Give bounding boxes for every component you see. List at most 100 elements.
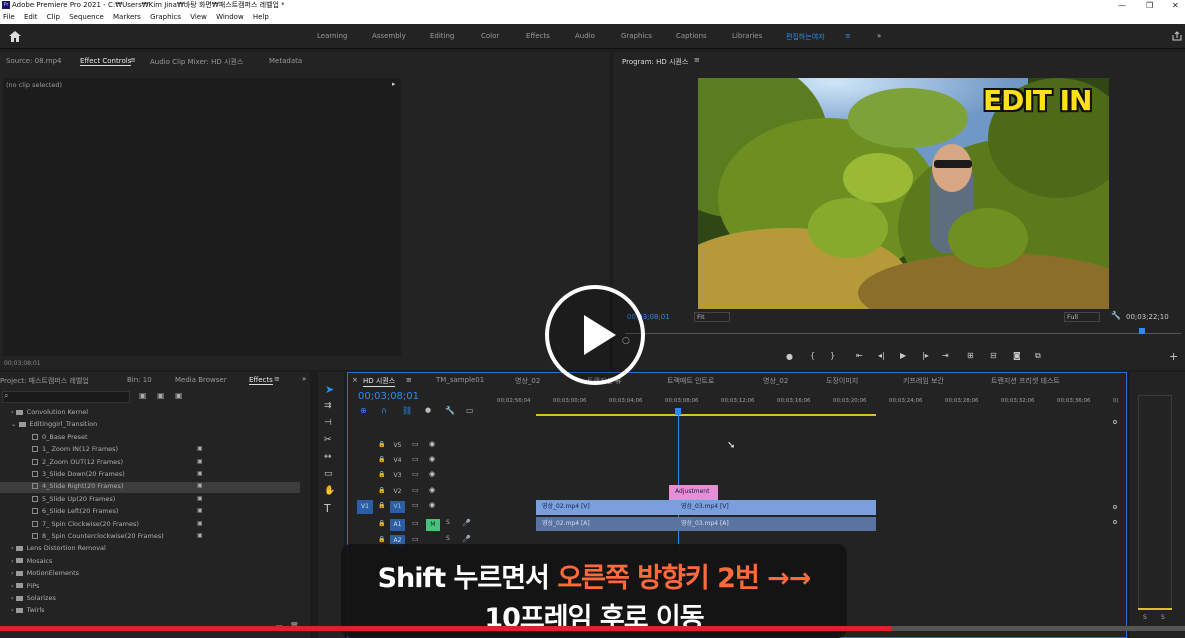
- source-patch-v1[interactable]: V1: [357, 500, 373, 514]
- sequence-tab-9[interactable]: 트랜지션 프리셋 테스트: [991, 376, 1060, 386]
- menu-file[interactable]: File: [3, 13, 15, 21]
- workspace-graphics[interactable]: Graphics: [621, 32, 652, 40]
- sync-icon[interactable]: ▭: [412, 470, 419, 478]
- play-icon[interactable]: ▶: [900, 351, 906, 360]
- program-playhead[interactable]: [1139, 328, 1145, 334]
- linked-selection-icon[interactable]: ⛓: [402, 406, 412, 415]
- video-play-button[interactable]: [545, 285, 645, 385]
- mark-out-icon[interactable]: }: [830, 351, 835, 360]
- video-track-header[interactable]: 🔒 V5 ▭ ◉: [352, 439, 494, 454]
- mute-button[interactable]: M: [426, 519, 440, 531]
- menu-edit[interactable]: Edit: [24, 13, 38, 21]
- workspace-libraries[interactable]: Libraries: [732, 32, 762, 40]
- effects-menu-icon[interactable]: ≡: [274, 375, 280, 383]
- track-label[interactable]: V3: [390, 470, 405, 482]
- sync-icon[interactable]: ▭: [412, 519, 419, 527]
- add-button-icon[interactable]: +: [1169, 350, 1178, 363]
- captions-icon[interactable]: ▭: [466, 406, 474, 415]
- effect-preset[interactable]: 1_ Zoom IN(12 Frames) ▣: [0, 445, 300, 456]
- lock-icon[interactable]: 🔒: [378, 520, 385, 527]
- chevron-down-icon[interactable]: ⌄: [11, 420, 19, 428]
- menu-view[interactable]: View: [190, 13, 207, 21]
- go-to-in-icon[interactable]: ⇤: [856, 351, 863, 360]
- effect-preset[interactable]: 4_Slide Right(20 Frames) ▣: [0, 482, 300, 494]
- menu-window[interactable]: Window: [216, 13, 244, 21]
- sync-icon[interactable]: ▭: [412, 440, 419, 448]
- share-icon[interactable]: [1172, 31, 1182, 41]
- program-title[interactable]: Program: HD 시퀀스: [622, 57, 688, 67]
- play-triangle-icon[interactable]: ▸: [392, 80, 396, 88]
- video-track-header[interactable]: 🔒 V3 ▭ ◉: [352, 469, 494, 484]
- video-track-header[interactable]: 🔒 V2 ▭ ◉: [352, 485, 494, 500]
- lock-icon[interactable]: 🔒: [378, 487, 385, 494]
- effect-preset[interactable]: 5_Slide Up(20 Frames) ▣: [0, 495, 300, 506]
- workspace-color[interactable]: Color: [481, 32, 499, 40]
- insert-icon[interactable]: ⊞: [967, 351, 974, 360]
- effect-preset[interactable]: 2_Zoom OUT(12 Frames) ▣: [0, 458, 300, 469]
- sync-icon[interactable]: ▭: [412, 501, 419, 509]
- workspace-effects[interactable]: Effects: [526, 32, 550, 40]
- overwrite-icon[interactable]: ⊟: [990, 351, 997, 360]
- type-tool-icon[interactable]: T: [324, 502, 331, 515]
- microphone-icon[interactable]: 🎤: [462, 519, 471, 527]
- adjustment-clip[interactable]: Adjustment: [669, 485, 718, 500]
- sequence-tab-5[interactable]: 트랙매트 인트로: [667, 376, 714, 386]
- effect-preset[interactable]: 8_ Spin Counterclockwise(20 Frames) ▣: [0, 532, 300, 543]
- close-tab-icon[interactable]: ×: [352, 376, 358, 384]
- tab-effect-controls[interactable]: Effect Controls: [80, 57, 132, 66]
- effects-folder[interactable]: › Convolution Kernel: [0, 408, 300, 419]
- minimize-icon[interactable]: —: [1118, 0, 1126, 11]
- effects-folder[interactable]: › PiPs: [0, 582, 300, 593]
- sequence-tab-active[interactable]: HD 시퀀스: [363, 376, 396, 387]
- home-icon[interactable]: [9, 31, 21, 42]
- effects-folder[interactable]: › Mosaics: [0, 557, 300, 568]
- sequence-tab-6[interactable]: 영상_02: [763, 376, 788, 386]
- workspace-assembly[interactable]: Assembly: [372, 32, 406, 40]
- step-forward-icon[interactable]: |▸: [922, 351, 929, 360]
- effect-preset[interactable]: 7_ Spin Clockwise(20 Frames) ▣: [0, 520, 300, 531]
- tab-project[interactable]: Project: 패스트캠퍼스 레벨업: [0, 376, 89, 386]
- panel-menu-icon[interactable]: ≡: [130, 56, 136, 64]
- tab-metadata[interactable]: Metadata: [269, 57, 302, 65]
- clip-a1-a[interactable]: 영상_02.mp4 [A]: [536, 517, 675, 531]
- workspace-learning[interactable]: Learning: [317, 32, 347, 40]
- eye-icon[interactable]: ◉: [429, 470, 435, 478]
- fit-dropdown[interactable]: Fit: [694, 312, 730, 322]
- work-area-bar[interactable]: [536, 414, 876, 416]
- sequence-tab-7[interactable]: 도장이미지: [826, 376, 858, 386]
- add-marker-icon[interactable]: ●: [786, 352, 793, 361]
- selection-tool-icon[interactable]: ➤: [325, 383, 334, 396]
- track-label[interactable]: V4: [390, 455, 405, 467]
- video-track-header[interactable]: 🔒 V4 ▭ ◉: [352, 454, 494, 469]
- slip-tool-icon[interactable]: ↔: [324, 452, 332, 462]
- mark-in-icon[interactable]: {: [810, 351, 815, 360]
- track-label[interactable]: V5: [390, 440, 405, 452]
- restore-icon[interactable]: ❐: [1146, 0, 1153, 11]
- sequence-tab-2[interactable]: TM_sample01: [436, 376, 484, 384]
- wrench-icon[interactable]: 🔧: [1111, 311, 1121, 320]
- eye-icon[interactable]: ◉: [429, 501, 435, 509]
- workspace-captions[interactable]: Captions: [676, 32, 707, 40]
- effects-search-input[interactable]: [2, 391, 130, 403]
- tab-effects[interactable]: Effects: [249, 376, 273, 385]
- clip-v1-b[interactable]: 영상_03.mp4 [V]: [675, 500, 876, 515]
- effects-folder[interactable]: › Solarizes: [0, 594, 300, 605]
- expand-icon[interactable]: »: [302, 375, 306, 383]
- lock-icon[interactable]: 🔒: [378, 502, 385, 509]
- lock-icon[interactable]: 🔒: [378, 471, 385, 478]
- lock-icon[interactable]: 🔒: [378, 536, 385, 543]
- effect-preset[interactable]: 0_Base Preset: [0, 433, 300, 444]
- solo-button[interactable]: S: [446, 519, 450, 526]
- solo-left-button[interactable]: S: [1143, 614, 1147, 621]
- scroll-handle-top[interactable]: [1113, 420, 1117, 424]
- accelerated-effects-icon[interactable]: ▣: [139, 391, 147, 400]
- nest-icon[interactable]: ⊕: [360, 406, 367, 415]
- effects-folder[interactable]: ⌄ Editinggirl_Transition: [0, 420, 300, 431]
- timeline-settings-icon[interactable]: 🔧: [445, 406, 455, 415]
- solo-right-button[interactable]: S: [1161, 614, 1165, 621]
- sequence-tab-3[interactable]: 영상_02: [515, 376, 540, 386]
- clip-v1-a[interactable]: 영상_02.mp4 [V]: [536, 500, 675, 515]
- scroll-handle-audio[interactable]: [1113, 520, 1117, 524]
- clip-a1-b[interactable]: 영상_03.mp4 [A]: [675, 517, 876, 531]
- effects-folder[interactable]: › MotionElements: [0, 569, 300, 580]
